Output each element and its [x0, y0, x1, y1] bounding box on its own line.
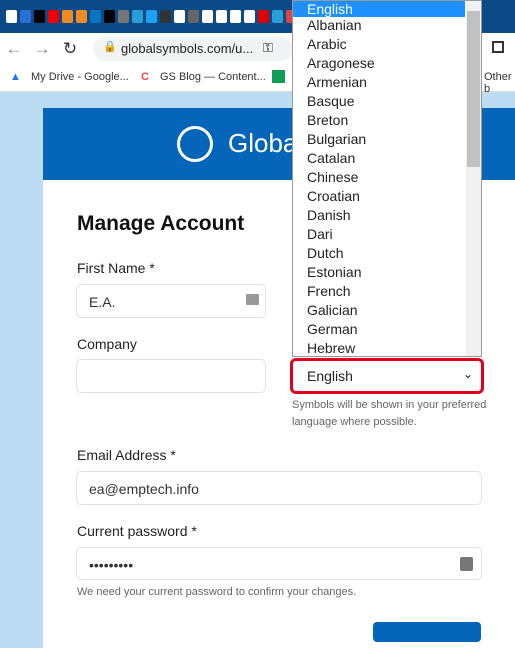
tab-favicon-icon[interactable]: [76, 10, 87, 23]
tab-favicon-icon[interactable]: [6, 10, 17, 23]
globe-logo-icon: [177, 126, 213, 162]
tab-favicon-icon[interactable]: [244, 10, 255, 23]
page-title: Manage Account: [77, 212, 245, 235]
language-option[interactable]: Danish: [293, 207, 481, 226]
language-option[interactable]: Dutch: [293, 245, 481, 264]
url-field[interactable]: 🔒 globalsymbols.com/u... ⚿: [93, 37, 293, 61]
password-input[interactable]: •••••••••: [76, 547, 482, 580]
password-manager-icon[interactable]: [460, 557, 473, 571]
bookmark-other[interactable]: Other b: [484, 71, 515, 95]
language-value: English: [307, 368, 353, 384]
language-select[interactable]: English ⌄: [290, 358, 484, 394]
password-help: We need your current password to confirm…: [77, 586, 357, 598]
language-option[interactable]: Aragonese: [293, 55, 481, 74]
language-option[interactable]: German: [293, 321, 481, 340]
scrollbar-thumb[interactable]: [467, 11, 480, 167]
tab-favicon-icon[interactable]: [48, 10, 59, 23]
language-option[interactable]: Croatian: [293, 188, 481, 207]
language-option[interactable]: Chinese: [293, 169, 481, 188]
first-name-label: First Name *: [77, 260, 155, 276]
tab-favicon-icon[interactable]: [62, 10, 73, 23]
key-icon[interactable]: ⚿: [263, 40, 273, 56]
forward-icon[interactable]: →: [28, 39, 56, 59]
language-option[interactable]: Bulgarian: [293, 131, 481, 150]
tab-favicon-icon[interactable]: [146, 10, 157, 23]
company-input[interactable]: [76, 359, 266, 393]
reload-icon[interactable]: ↻: [56, 39, 84, 59]
tab-favicon-icon[interactable]: [216, 10, 227, 23]
language-option[interactable]: Albanian: [293, 17, 481, 36]
language-option[interactable]: Galician: [293, 302, 481, 321]
tab-favicon-icon[interactable]: [132, 10, 143, 23]
tab-favicon-icon[interactable]: [90, 10, 101, 23]
lock-icon: 🔒: [103, 41, 117, 53]
tab-favicon-icon[interactable]: [118, 10, 129, 23]
language-dropdown-list[interactable]: English Albanian Arabic Aragonese Armenian Ba…: [292, 0, 482, 357]
language-option[interactable]: Catalan: [293, 150, 481, 169]
language-option[interactable]: Arabic: [293, 36, 481, 55]
tab-favicon-icon[interactable]: [230, 10, 241, 23]
company-label: Company: [77, 336, 137, 352]
language-option[interactable]: Basque: [293, 93, 481, 112]
email-input[interactable]: ea@emptech.info: [76, 471, 482, 505]
bookmark-my-drive[interactable]: My Drive - Google...: [31, 71, 129, 83]
tab-favicon-icon[interactable]: [160, 10, 171, 23]
drive-icon: ▲: [10, 71, 21, 83]
language-option[interactable]: Dari: [293, 226, 481, 245]
tab-favicon-icon[interactable]: [272, 10, 283, 23]
tab-favicon-icon[interactable]: [174, 10, 185, 23]
password-label: Current password *: [77, 523, 197, 539]
language-option[interactable]: English: [293, 1, 465, 17]
tab-favicon-icon[interactable]: [20, 10, 31, 23]
language-option[interactable]: Estonian: [293, 264, 481, 283]
language-option[interactable]: Hebrew: [293, 340, 481, 356]
sheets-icon[interactable]: [272, 70, 285, 83]
gs-blog-icon: C: [141, 71, 149, 83]
bookmark-gs-blog[interactable]: GS Blog — Content...: [160, 71, 266, 83]
language-option[interactable]: Armenian: [293, 74, 481, 93]
language-help: Symbols will be shown in your preferred …: [292, 399, 487, 428]
tab-favicon-icon[interactable]: [34, 10, 45, 23]
save-button[interactable]: [373, 622, 481, 642]
tab-favicon-icon[interactable]: [104, 10, 115, 23]
back-icon[interactable]: ←: [0, 39, 28, 59]
dropdown-scrollbar[interactable]: [466, 1, 481, 356]
tab-favicon-icon[interactable]: [258, 10, 269, 23]
email-label: Email Address *: [77, 447, 176, 463]
sidebar-icon[interactable]: [492, 41, 504, 53]
url-text: globalsymbols.com/u...: [121, 41, 254, 56]
contact-card-icon[interactable]: [246, 294, 259, 305]
tab-favicon-icon[interactable]: [188, 10, 199, 23]
tab-favicon-icon[interactable]: [202, 10, 213, 23]
language-option[interactable]: French: [293, 283, 481, 302]
chevron-down-icon: ⌄: [462, 367, 473, 381]
first-name-input[interactable]: E.A.: [76, 284, 266, 318]
password-value: •••••••••: [89, 557, 134, 573]
language-option[interactable]: Breton: [293, 112, 481, 131]
first-name-value: E.A.: [89, 294, 116, 310]
